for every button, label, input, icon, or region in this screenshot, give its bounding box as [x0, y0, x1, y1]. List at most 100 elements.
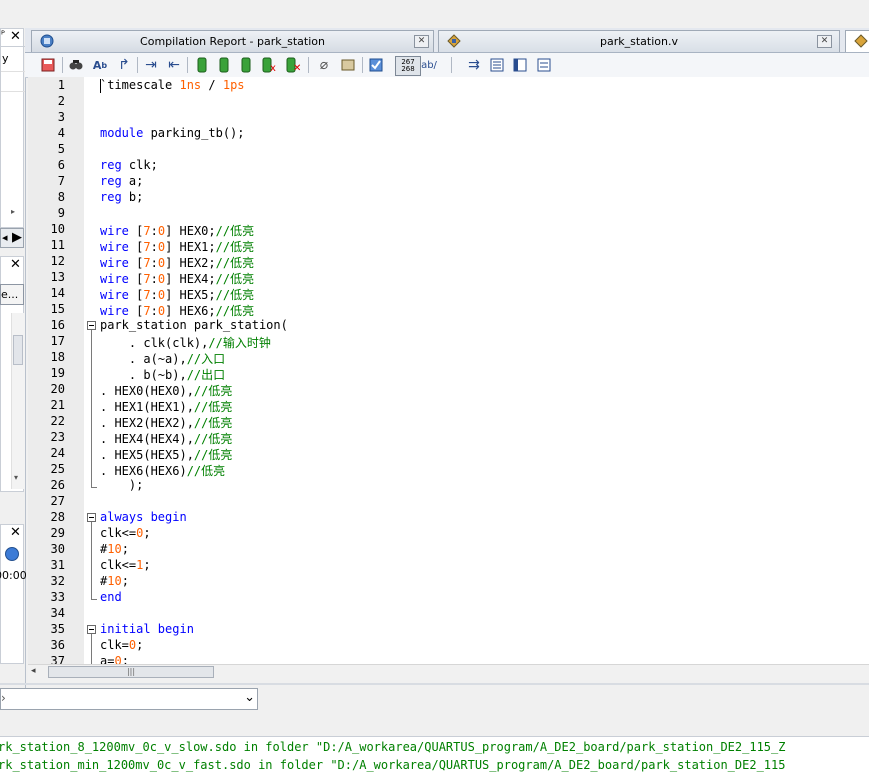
- properties-icon[interactable]: [511, 56, 529, 74]
- nav-arrows[interactable]: ◂ ▶: [0, 228, 24, 248]
- code-line[interactable]: end: [100, 590, 122, 604]
- line-number-gutter: 1 2 3 4 5 6 7 8 9 10 11 12 13 14 15 16 17 18 19 20 21 22 23 24 2…: [28, 77, 84, 664]
- line-number: 5: [57, 142, 65, 156]
- vertical-scrollbar[interactable]: ▾: [11, 313, 25, 489]
- text-cursor: [100, 79, 101, 93]
- tab-compilation-report[interactable]: Compilation Report - park_station ✕: [31, 30, 434, 52]
- panel-button[interactable]: e...: [0, 284, 24, 305]
- line-number: 21: [50, 398, 65, 412]
- bookmark-prev-icon[interactable]: [215, 56, 233, 74]
- code-line[interactable]: `timescale 1ns / 1ps: [100, 78, 245, 92]
- scroll-down-icon[interactable]: ▾: [14, 473, 18, 482]
- wrap-icon[interactable]: ⇉: [465, 56, 483, 74]
- print-icon[interactable]: [488, 56, 506, 74]
- toolbar-separator: [451, 57, 452, 73]
- unindent-icon[interactable]: ⇤: [165, 56, 183, 74]
- bookmark-delete-icon[interactable]: ✕: [284, 56, 302, 74]
- spell-icon[interactable]: ab/: [420, 56, 438, 74]
- scrollbar-thumb[interactable]: |||: [48, 666, 214, 678]
- arrow-right-icon[interactable]: ▶: [12, 230, 22, 245]
- tab-close-icon[interactable]: ✕: [414, 35, 429, 48]
- code-line[interactable]: park_station park_station(: [100, 318, 288, 332]
- line-number: 24: [50, 446, 65, 460]
- code-line[interactable]: wire [7:0] HEX5;//低亮: [100, 286, 254, 303]
- code-line[interactable]: );: [100, 478, 143, 492]
- code-line[interactable]: reg a;: [100, 174, 143, 188]
- panel-status: ✕ 00:00: [0, 524, 27, 664]
- code-line[interactable]: . clk(clk),//输入时钟: [100, 334, 271, 351]
- code-line[interactable]: module parking_tb();: [100, 126, 245, 140]
- line-number: 17: [50, 334, 65, 348]
- file-icon: [854, 34, 868, 48]
- code-line[interactable]: . HEX2(HEX2),//低亮: [100, 414, 232, 431]
- code-line[interactable]: wire [7:0] HEX0;//低亮: [100, 222, 254, 239]
- messages-panel[interactable]: rk_station_8_1200mv_0c_v_slow.sdo in fol…: [0, 736, 869, 780]
- save-icon[interactable]: [39, 56, 57, 74]
- bookmark-clear-icon[interactable]: x: [260, 56, 278, 74]
- tab-close-icon[interactable]: ✕: [817, 35, 832, 48]
- line-number: 33: [50, 590, 65, 604]
- line-number: 23: [50, 430, 65, 444]
- code-line[interactable]: . HEX4(HEX4),//低亮: [100, 430, 232, 447]
- message-line[interactable]: rk_station_8_1200mv_0c_v_slow.sdo in fol…: [0, 740, 785, 754]
- code-line[interactable]: a=0;: [100, 654, 129, 664]
- panel-close-icon[interactable]: ✕: [10, 257, 21, 272]
- line-number: 15: [50, 302, 65, 316]
- line-numbers-icon[interactable]: 267 268: [395, 56, 421, 76]
- fold-toggle-icon[interactable]: [87, 321, 96, 330]
- line-number: 10: [50, 222, 65, 236]
- panel-close-icon[interactable]: ✕: [10, 29, 21, 44]
- panel-close-icon[interactable]: ✕: [10, 525, 21, 540]
- code-line[interactable]: always begin: [100, 510, 187, 524]
- code-editor[interactable]: 1 2 3 4 5 6 7 8 9 10 11 12 13 14 15 16 17 18 19 20 21 22 23 24 2…: [28, 77, 869, 664]
- tab-park-station-v[interactable]: park_station.v ✕: [438, 30, 840, 52]
- horizontal-scrollbar[interactable]: ◂ |||: [28, 664, 869, 680]
- fold-toggle-icon[interactable]: [87, 513, 96, 522]
- code-line[interactable]: . HEX6(HEX6)//低亮: [100, 462, 225, 479]
- find-replace-icon[interactable]: Ab: [91, 56, 109, 74]
- bookmark-next-icon[interactable]: [237, 56, 255, 74]
- code-line[interactable]: clk<=1;: [100, 558, 151, 572]
- panel-pin-icon[interactable]: ᴾ: [1, 30, 5, 41]
- code-line[interactable]: . a(~a),//入口: [100, 350, 225, 367]
- line-number: 16: [50, 318, 65, 332]
- indent-icon[interactable]: ⇥: [142, 56, 160, 74]
- line-number: 36: [50, 638, 65, 652]
- toolbar-separator: [308, 57, 309, 73]
- code-line[interactable]: wire [7:0] HEX4;//低亮: [100, 270, 254, 287]
- list-icon[interactable]: [535, 56, 553, 74]
- fold-toggle-icon[interactable]: [87, 625, 96, 634]
- code-line[interactable]: . b(~b),//出口: [100, 366, 225, 383]
- code-line[interactable]: initial begin: [100, 622, 194, 636]
- insert-icon[interactable]: [367, 56, 385, 74]
- toolbar-separator: [362, 57, 363, 73]
- code-line[interactable]: #10;: [100, 574, 129, 588]
- message-line[interactable]: rk_station_min_1200mv_0c_v_fast.sdo in f…: [0, 758, 785, 772]
- code-line[interactable]: . HEX1(HEX1),//低亮: [100, 398, 232, 415]
- chevron-down-icon[interactable]: ⌄: [244, 690, 255, 705]
- scroll-right-icon[interactable]: ▸: [11, 207, 15, 216]
- clock-icon: [5, 547, 19, 561]
- code-line[interactable]: clk=0;: [100, 638, 143, 652]
- arrow-left-icon[interactable]: ◂: [2, 231, 8, 244]
- goto-line-icon[interactable]: ↱: [115, 56, 133, 74]
- code-line[interactable]: wire [7:0] HEX6;//低亮: [100, 302, 254, 319]
- tab-label: Compilation Report - park_station: [140, 35, 325, 48]
- message-filter-dropdown[interactable]: › ⌄: [0, 688, 258, 710]
- line-number: 22: [50, 414, 65, 428]
- code-line[interactable]: #10;: [100, 542, 129, 556]
- attach-icon[interactable]: ⌀: [315, 56, 333, 74]
- code-line[interactable]: . HEX0(HEX0),//低亮: [100, 382, 232, 399]
- code-line[interactable]: . HEX5(HEX5),//低亮: [100, 446, 232, 463]
- code-line[interactable]: wire [7:0] HEX1;//低亮: [100, 238, 254, 255]
- template-icon[interactable]: [339, 56, 357, 74]
- find-icon[interactable]: [67, 56, 85, 74]
- code-line[interactable]: reg b;: [100, 190, 143, 204]
- tab-more[interactable]: [845, 30, 869, 52]
- bookmark-toggle-icon[interactable]: [193, 56, 211, 74]
- scroll-left-icon[interactable]: ◂: [31, 666, 36, 676]
- line-number: 12: [50, 254, 65, 268]
- code-line[interactable]: clk<=0;: [100, 526, 151, 540]
- code-line[interactable]: wire [7:0] HEX2;//低亮: [100, 254, 254, 271]
- code-line[interactable]: reg clk;: [100, 158, 158, 172]
